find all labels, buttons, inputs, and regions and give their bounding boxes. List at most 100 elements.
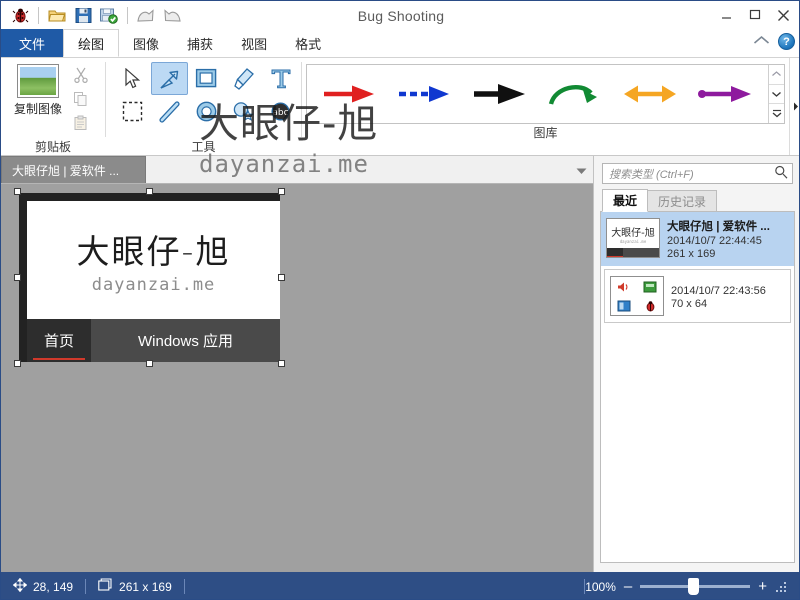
tab-draw[interactable]: 绘图 [63,29,120,57]
item-timestamp: 2014/10/7 22:43:56 [671,285,766,297]
list-item[interactable]: 2014/10/7 22:43:56 70 x 64 [604,269,791,323]
item-size: 261 x 169 [667,248,716,260]
blue-dashed-arrow-shape[interactable] [395,71,455,117]
ribbon-expand-handle[interactable] [789,58,799,155]
tab-capture[interactable]: 捕获 [173,30,227,57]
selected-screenshot[interactable]: 大眼仔-旭 dayanzai.me 首页 Windows 应用 [14,188,285,367]
logo-sub-text: dayanzai.me [91,275,216,295]
resize-handle-sw[interactable] [14,360,21,367]
select-tool[interactable] [114,95,151,128]
image-icon [17,64,59,98]
resize-handle-w[interactable] [14,274,21,281]
zoom-slider[interactable] [640,578,751,595]
bug-icon [637,296,663,315]
item-thumbnail [610,276,664,316]
purple-arrow-shape[interactable] [695,71,755,117]
copy-button[interactable] [69,87,93,110]
paste-button[interactable] [69,111,93,134]
ribbon-group-gallery: 图库 [302,58,789,156]
item-size: 70 x 64 [671,298,708,310]
search-icon[interactable] [774,165,788,182]
ribbon-right-controls: ? [753,33,795,50]
gallery-more-icon[interactable] [769,104,784,123]
zoom-in-button[interactable]: + [758,579,767,594]
bug-shooting-window: Bug Shooting 文件 绘图 图像 捕获 视图 格式 ? 复制图像 剪贴… [0,0,800,600]
tools-group-label: 工具 [191,140,216,154]
move-icon [12,577,28,595]
red-arrow-shape[interactable] [320,71,380,117]
maximize-button[interactable] [741,3,769,27]
resize-handle-nw[interactable] [14,188,21,195]
cursor-tool[interactable] [114,62,151,95]
black-arrow-shape[interactable] [470,71,530,117]
cut-button[interactable] [69,63,93,86]
stamp-tool[interactable] [225,95,262,128]
zoom-control[interactable]: 100% – + [585,578,799,595]
status-bar: 28, 149 261 x 169 100% – + [1,572,799,599]
title-bar: Bug Shooting [1,1,799,30]
obfuscate-tool[interactable]: abc [262,95,299,128]
copy-image-button[interactable]: 复制图像 [7,62,69,117]
minimize-button[interactable] [713,3,741,27]
gallery-group-label: 图库 [533,126,558,140]
arrow-tool[interactable] [151,62,188,95]
tab-file[interactable]: 文件 [1,29,64,57]
line-tool[interactable] [151,95,188,128]
gallery-items [307,71,768,117]
nav-windows-item: Windows 应用 [137,333,234,350]
zoom-out-button[interactable]: – [624,579,632,594]
document-tabs-dropdown-icon[interactable] [576,164,587,178]
item-thumbnail: 大眼仔-旭 dayanzai.me [606,218,660,258]
marker-tool[interactable] [225,62,262,95]
clipboard-group-label: 剪贴板 [34,140,71,154]
text-tool[interactable] [262,62,299,95]
tab-format[interactable]: 格式 [281,30,335,57]
resize-handle-s[interactable] [146,360,153,367]
status-divider-2 [183,579,185,594]
tab-history[interactable]: 历史记录 [647,190,718,212]
gallery-frame [306,64,785,124]
tab-recent[interactable]: 最近 [602,189,649,212]
blue-app-icon [611,296,637,315]
speaker-icon [611,277,637,296]
ribbon-group-clipboard: 复制图像 剪贴板 [1,58,105,156]
gallery-scrollbar[interactable] [768,65,784,123]
collapse-ribbon-icon[interactable] [753,35,770,49]
document-tab-strip: 大眼仔旭 | 爱软件 ... [1,156,593,184]
orange-double-arrow-shape[interactable] [620,71,680,117]
tab-view[interactable]: 视图 [227,30,281,57]
ribbon-panel: 复制图像 剪贴板 abc 工具 图库 [1,58,799,156]
size-indicator: 261 x 169 [86,578,184,595]
dimensions-icon [98,578,113,595]
coordinates-value: 28, 149 [33,579,74,594]
nav-home-item: 首页 [27,319,91,362]
green-curved-arrow-shape[interactable] [545,71,605,117]
coordinates-indicator: 28, 149 [1,577,85,595]
resize-handle-e[interactable] [278,274,285,281]
ellipse-tool[interactable] [188,95,225,128]
size-value: 261 x 169 [119,579,172,594]
editor-canvas[interactable]: 大眼仔-旭 dayanzai.me 首页 Windows 应用 [1,184,593,572]
help-icon[interactable]: ? [778,33,795,50]
search-placeholder: 搜索类型 (Ctrl+F) [609,168,694,181]
resize-handle-se[interactable] [278,360,285,367]
tab-image[interactable]: 图像 [119,30,173,57]
zoom-slider-thumb[interactable] [688,578,700,595]
panel-tab-strip: 最近 历史记录 [594,188,799,212]
clipboard-small-buttons [69,62,93,134]
green-app-icon [637,277,663,296]
panel-item-list[interactable]: 大眼仔-旭 dayanzai.me 大眼仔旭 | 爱软件 ... 2014/10… [600,211,795,563]
gallery-scroll-up-icon[interactable] [769,65,784,85]
resize-handle-n[interactable] [146,188,153,195]
rectangle-tool[interactable] [188,62,225,95]
close-button[interactable] [769,3,797,27]
list-item[interactable]: 大眼仔-旭 dayanzai.me 大眼仔旭 | 爱软件 ... 2014/10… [601,212,794,266]
resize-grip[interactable] [775,580,789,594]
window-controls [713,3,797,27]
resize-handle-ne[interactable] [278,188,285,195]
document-tab[interactable]: 大眼仔旭 | 爱软件 ... [1,156,146,183]
screenshot-image[interactable]: 大眼仔-旭 dayanzai.me 首页 Windows 应用 [19,193,280,362]
search-input[interactable]: 搜索类型 (Ctrl+F) [602,163,793,184]
gallery-scroll-down-icon[interactable] [769,85,784,105]
zoom-level-label: 100% [585,579,616,594]
